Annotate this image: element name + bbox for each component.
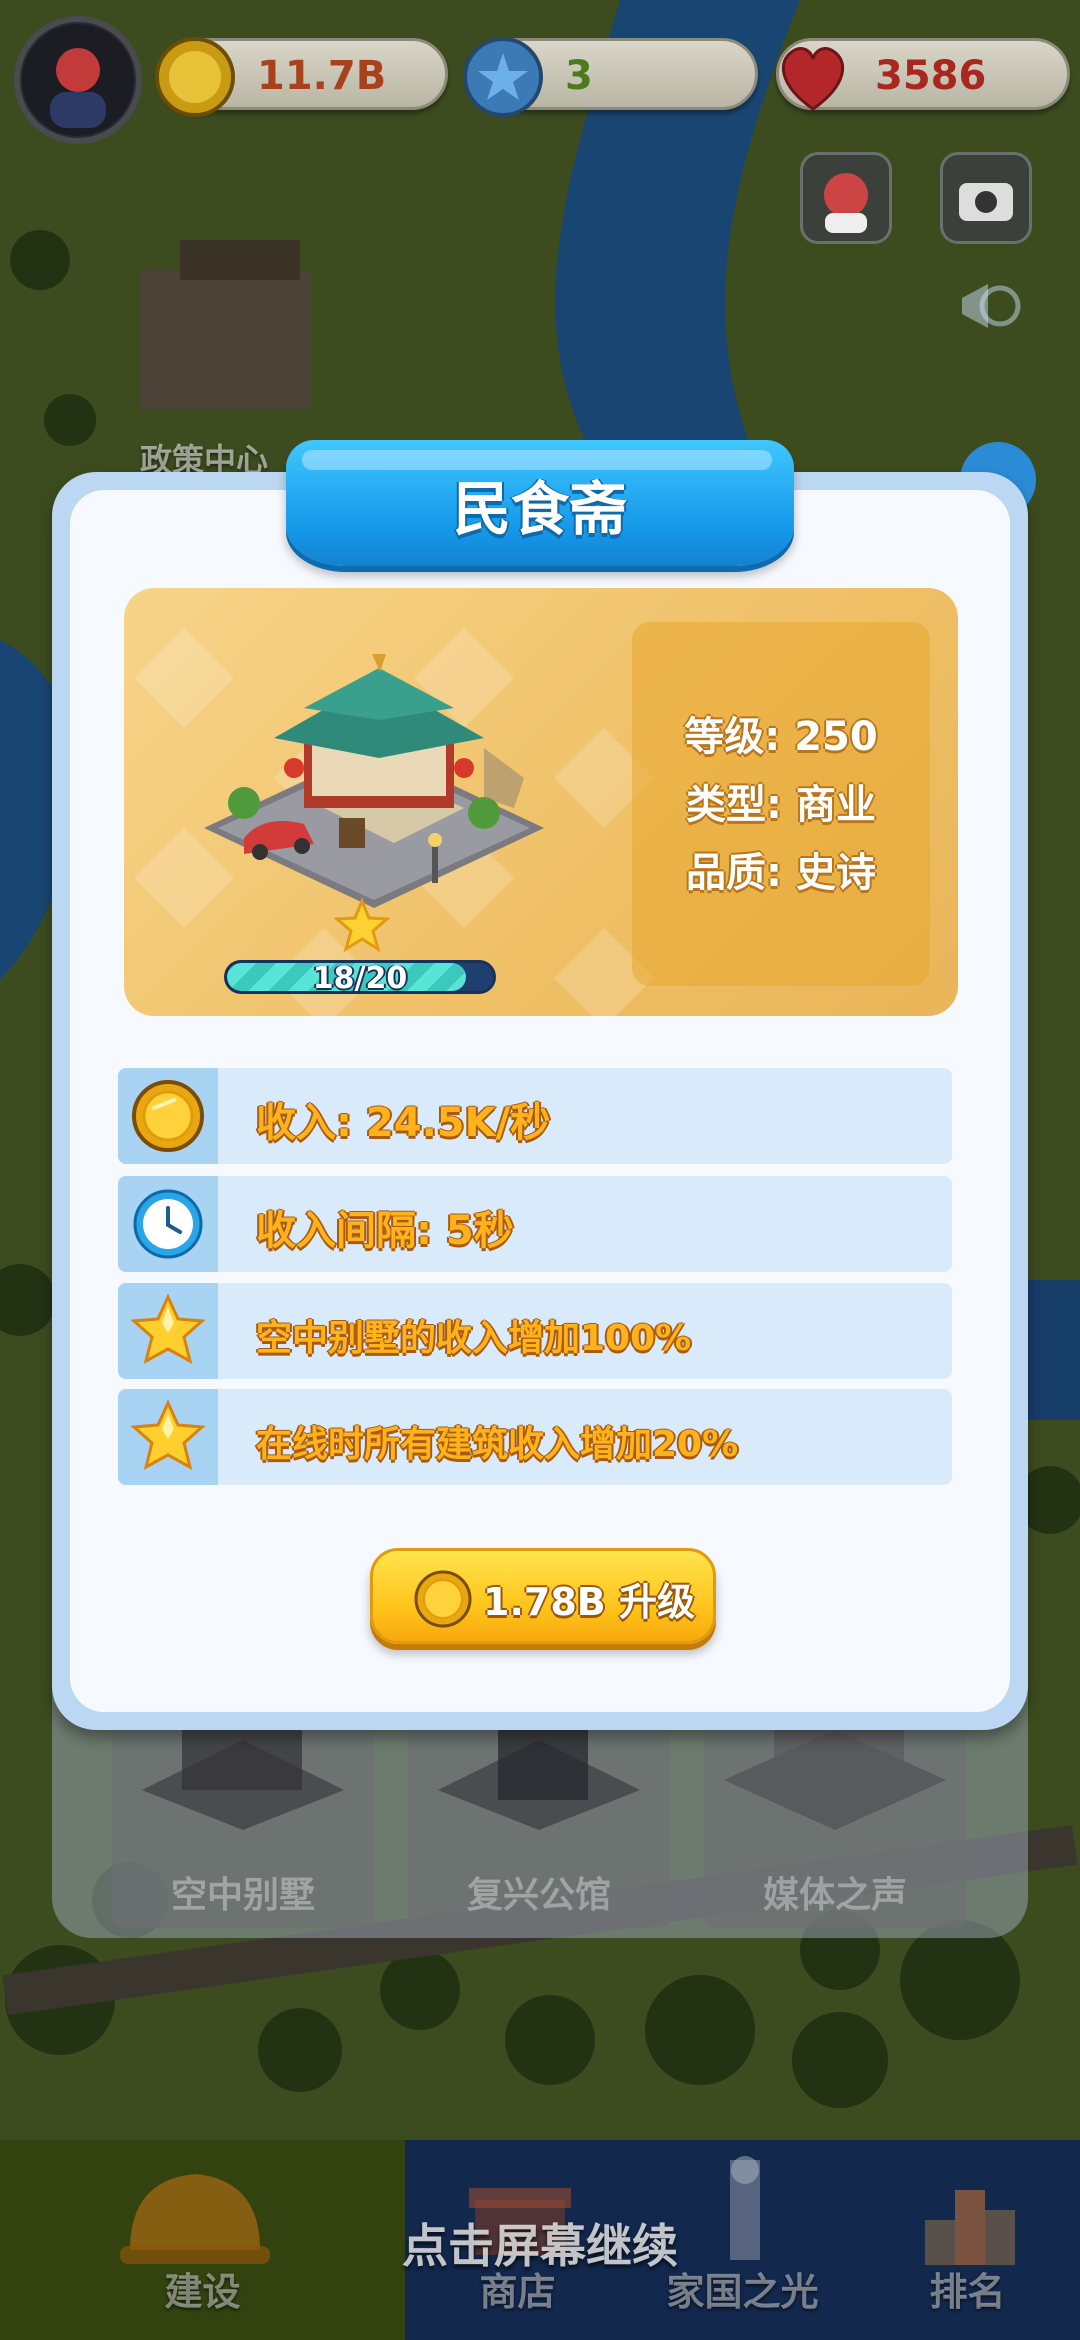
building-card-name: 媒体之声 (762, 1875, 907, 1916)
building-image (204, 654, 544, 908)
star-icon (130, 1399, 206, 1470)
coin-icon (414, 1570, 472, 1628)
coin-icon (132, 1080, 204, 1152)
progress-text: 18/20 (312, 961, 408, 994)
character-icon (824, 173, 868, 233)
player-avatar[interactable] (14, 16, 142, 144)
bonus-row: 空中别墅的收入增加100% (118, 1283, 952, 1379)
bonus-text: 空中别墅的收入增加100% (256, 1318, 692, 1359)
star-badge-icon (463, 37, 543, 117)
upgrade-button[interactable]: 1.78B 升级 (370, 1548, 716, 1644)
clock-icon (133, 1189, 203, 1259)
heart-counter[interactable]: 3586 (776, 38, 1070, 111)
heart-amount: 3586 (875, 53, 987, 99)
level-stat: 等级: 250 (684, 714, 878, 760)
income-interval-row: 收入间隔: 5秒 (118, 1176, 952, 1272)
upgrade-label: 1.78B 升级 (483, 1580, 695, 1624)
stats-box: 等级: 250 类型: 商业 品质: 史诗 (632, 622, 930, 986)
building-card-name: 空中别墅 (170, 1875, 315, 1916)
income-interval-text: 收入间隔: 5秒 (256, 1208, 514, 1254)
speaker-button[interactable] (948, 264, 1032, 348)
star-amount: 3 (565, 53, 593, 99)
megaphone-icon (962, 284, 1021, 328)
camera-button[interactable] (940, 152, 1032, 244)
star-level-icon (334, 898, 390, 953)
building-info-panel: 18/20 等级: 250 类型: 商业 品质: 史诗 (124, 588, 958, 1016)
event-button[interactable] (800, 152, 892, 244)
income-row: 收入: 24.5K/秒 (118, 1068, 952, 1164)
camera-icon (959, 183, 1013, 221)
title-banner: 民食斋 (286, 440, 794, 566)
online-bonus-row: 在线时所有建筑收入增加20% (118, 1389, 952, 1485)
building-card-name: 复兴公馆 (466, 1875, 611, 1916)
online-bonus-text: 在线时所有建筑收入增加20% (256, 1424, 739, 1465)
coin-counter[interactable]: 11.7B (155, 37, 448, 117)
quality-stat: 品质: 史诗 (686, 850, 876, 896)
income-text: 收入: 24.5K/秒 (256, 1100, 551, 1146)
star-counter[interactable]: 3 (463, 37, 758, 117)
tap-to-continue-hint[interactable]: 点击屏幕继续 (0, 2210, 1080, 2276)
dialog-title: 民食斋 (452, 475, 627, 543)
coin-amount: 11.7B (257, 53, 387, 99)
heart-icon (781, 47, 845, 111)
coin-icon (155, 37, 235, 117)
upgrade-progress-bar: 18/20 (224, 960, 496, 994)
type-stat: 类型: 商业 (686, 782, 876, 828)
avatar-icon (22, 24, 134, 136)
star-icon (130, 1293, 206, 1364)
